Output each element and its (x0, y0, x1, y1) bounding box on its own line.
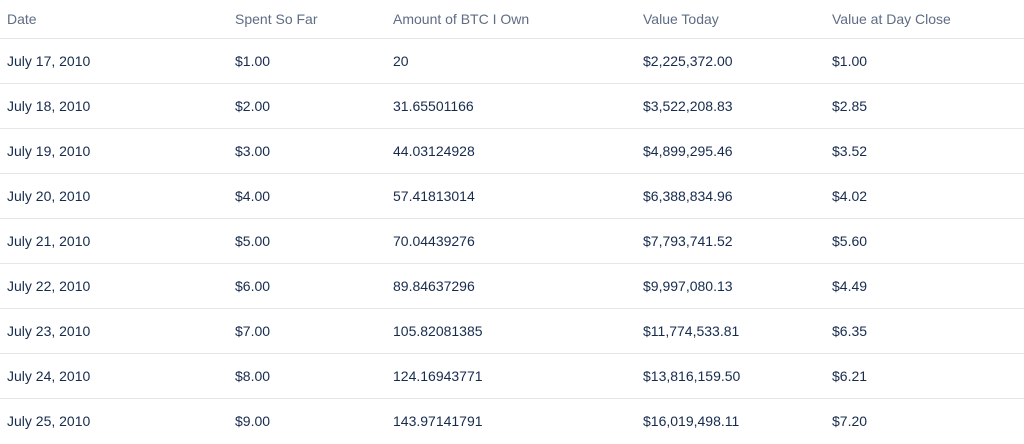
btc-investment-table: Date Spent So Far Amount of BTC I Own Va… (0, 0, 1024, 443)
table-row: July 19, 2010 $3.00 44.03124928 $4,899,2… (0, 128, 1024, 174)
cell-date: July 21, 2010 (0, 218, 228, 264)
cell-btc-owned: 20 (386, 38, 636, 84)
cell-value-today: $9,997,080.13 (636, 263, 825, 309)
cell-spent-so-far: $3.00 (228, 128, 386, 174)
cell-value-today: $7,793,741.52 (636, 218, 825, 264)
cell-date: July 18, 2010 (0, 83, 228, 129)
cell-spent-so-far: $9.00 (235, 413, 271, 429)
cell-btc-owned: 124.16943771 (386, 353, 636, 399)
column-header-value-today[interactable]: Value Today (636, 0, 825, 39)
cell-value-day-close: $7.20 (832, 413, 868, 429)
cell-date: July 19, 2010 (0, 128, 228, 174)
cell-value-today: $13,816,159.50 (636, 353, 825, 399)
table-row: July 22, 2010 $6.00 89.84637296 $9,997,0… (0, 263, 1024, 309)
cell-btc-owned: 70.04439276 (386, 218, 636, 264)
cell-btc-owned: 143.97141791 (393, 413, 483, 429)
cell-date: July 17, 2010 (0, 38, 228, 84)
cell-value-day-close: $6.35 (825, 308, 1024, 354)
cell-spent-so-far: $6.00 (228, 263, 386, 309)
table-row: July 25, 2010 $9.00 143.97141791 $16,019… (0, 399, 1024, 444)
table-body: July 17, 2010 $1.00 20 $2,225,372.00 $1.… (0, 38, 1024, 444)
btc-investment-table-container: Date Spent So Far Amount of BTC I Own Va… (0, 0, 1024, 444)
cell-value-day-close: $4.02 (825, 173, 1024, 219)
table-header: Date Spent So Far Amount of BTC I Own Va… (0, 0, 1024, 39)
cell-value-today: $11,774,533.81 (636, 308, 825, 354)
cell-value-day-close: $4.49 (825, 263, 1024, 309)
table-row: July 18, 2010 $2.00 31.65501166 $3,522,2… (0, 83, 1024, 129)
cell-date: July 20, 2010 (0, 173, 228, 219)
header-row: Date Spent So Far Amount of BTC I Own Va… (0, 0, 1024, 39)
cell-spent-so-far: $1.00 (228, 38, 386, 84)
column-header-spent-so-far[interactable]: Spent So Far (228, 0, 386, 39)
cell-value-day-close: $2.85 (825, 83, 1024, 129)
cell-date: July 22, 2010 (0, 263, 228, 309)
cell-spent-so-far: $8.00 (228, 353, 386, 399)
cell-spent-so-far: $4.00 (228, 173, 386, 219)
cell-value-today: $6,388,834.96 (636, 173, 825, 219)
cell-spent-so-far: $5.00 (228, 218, 386, 264)
cell-spent-so-far: $2.00 (228, 83, 386, 129)
cell-btc-owned: 44.03124928 (386, 128, 636, 174)
column-header-date[interactable]: Date (0, 0, 228, 39)
cell-btc-owned: 31.65501166 (386, 83, 636, 129)
table-row: July 23, 2010 $7.00 105.82081385 $11,774… (0, 308, 1024, 354)
cell-date: July 24, 2010 (0, 353, 228, 399)
column-header-btc-owned[interactable]: Amount of BTC I Own (386, 0, 636, 39)
cell-value-day-close: $3.52 (825, 128, 1024, 174)
cell-btc-owned: 105.82081385 (386, 308, 636, 354)
cell-value-today: $3,522,208.83 (636, 83, 825, 129)
cell-spent-so-far: $7.00 (228, 308, 386, 354)
cell-value-day-close: $5.60 (825, 218, 1024, 264)
cell-btc-owned: 89.84637296 (386, 263, 636, 309)
table-row: July 24, 2010 $8.00 124.16943771 $13,816… (0, 353, 1024, 399)
cell-value-today: $16,019,498.11 (643, 413, 740, 429)
cell-value-day-close: $1.00 (825, 38, 1024, 84)
cell-value-day-close: $6.21 (825, 353, 1024, 399)
table-row: July 20, 2010 $4.00 57.41813014 $6,388,8… (0, 173, 1024, 219)
cell-date: July 23, 2010 (0, 308, 228, 354)
cell-btc-owned: 57.41813014 (386, 173, 636, 219)
column-header-value-day-close[interactable]: Value at Day Close (825, 0, 1024, 39)
cell-date: July 25, 2010 (7, 413, 91, 429)
table-row: July 21, 2010 $5.00 70.04439276 $7,793,7… (0, 218, 1024, 264)
cell-value-today: $2,225,372.00 (636, 38, 825, 84)
cell-value-today: $4,899,295.46 (636, 128, 825, 174)
table-row: July 17, 2010 $1.00 20 $2,225,372.00 $1.… (0, 38, 1024, 84)
